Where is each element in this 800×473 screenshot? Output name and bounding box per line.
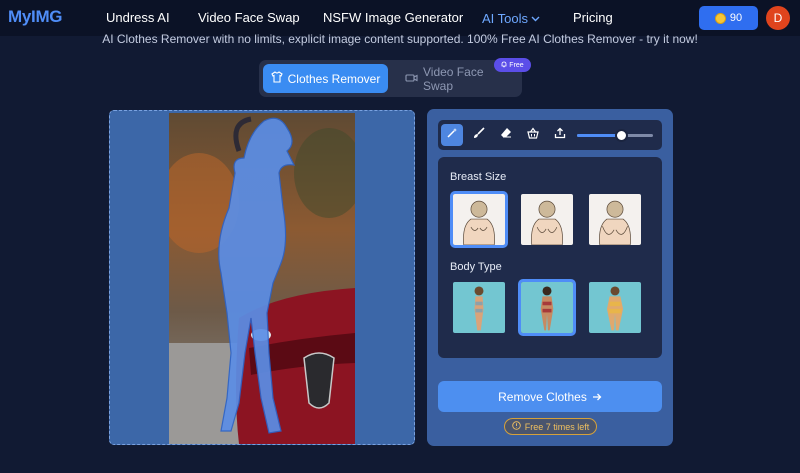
nav-link-pricing[interactable]: Pricing bbox=[573, 10, 613, 25]
free-badge-label: Free bbox=[509, 61, 524, 69]
breast-size-label: Breast Size bbox=[450, 171, 507, 183]
bell-icon bbox=[501, 61, 507, 70]
coin-icon bbox=[714, 12, 726, 24]
logo[interactable]: MyIMG bbox=[8, 7, 63, 27]
nav-link-ai-tools[interactable]: AI Tools bbox=[482, 10, 540, 26]
uploaded-photo bbox=[169, 113, 355, 444]
tab-clothes-remover[interactable]: Clothes Remover bbox=[263, 64, 388, 93]
nav-link-video-face-swap[interactable]: Video Face Swap bbox=[198, 10, 300, 25]
credits-button[interactable]: 90 bbox=[699, 6, 758, 30]
top-nav: MyIMG Undress AI Video Face Swap NSFW Im… bbox=[0, 0, 800, 36]
brush-tool[interactable] bbox=[468, 124, 490, 146]
image-canvas[interactable] bbox=[109, 110, 415, 445]
body-type-slim-thumbnail bbox=[453, 282, 505, 333]
video-camera-icon bbox=[405, 72, 418, 86]
breast-size-large-thumbnail bbox=[589, 194, 641, 245]
basket-icon bbox=[527, 126, 539, 144]
magic-wand-tool[interactable] bbox=[441, 124, 463, 146]
remove-clothes-label: Remove Clothes bbox=[498, 389, 587, 404]
body-type-label: Body Type bbox=[450, 261, 502, 273]
body-type-average-thumbnail bbox=[521, 282, 573, 333]
mode-tabs: Clothes Remover Video Face Swap bbox=[259, 60, 522, 97]
options-box: Breast Size Body Type bbox=[438, 157, 662, 358]
avatar[interactable]: D bbox=[766, 6, 790, 30]
brush-icon bbox=[473, 126, 485, 144]
tab-clothes-remover-label: Clothes Remover bbox=[287, 71, 381, 86]
nav-link-undress-ai[interactable]: Undress AI bbox=[106, 10, 170, 25]
eraser-tool[interactable] bbox=[495, 124, 517, 146]
upload-tool[interactable] bbox=[549, 124, 571, 146]
free-badge: Free bbox=[494, 58, 531, 72]
upload-icon bbox=[554, 126, 566, 144]
nav-link-nsfw-image-generator[interactable]: NSFW Image Generator bbox=[323, 10, 463, 25]
remove-clothes-button[interactable]: Remove Clothes bbox=[438, 381, 662, 412]
breast-size-small-thumbnail bbox=[453, 194, 505, 245]
breast-size-option-2[interactable] bbox=[518, 191, 576, 248]
info-circle-icon bbox=[511, 421, 521, 432]
credits-count: 90 bbox=[729, 12, 743, 24]
eraser-icon bbox=[500, 126, 512, 144]
brush-size-slider[interactable] bbox=[577, 129, 653, 142]
tools-panel: Breast Size Body Type Remove Clothes Fre… bbox=[427, 109, 673, 446]
magic-wand-icon bbox=[446, 126, 458, 144]
basket-tool[interactable] bbox=[522, 124, 544, 146]
toolbar bbox=[438, 120, 662, 150]
breast-size-option-1[interactable] bbox=[450, 191, 508, 248]
body-type-curvy-thumbnail bbox=[589, 282, 641, 333]
breast-size-medium-thumbnail bbox=[521, 194, 573, 245]
page-subtitle: AI Clothes Remover with no limits, expli… bbox=[102, 32, 698, 46]
brush-size-slider-thumb[interactable] bbox=[615, 129, 629, 142]
nav-link-ai-tools-label: AI Tools bbox=[482, 11, 529, 26]
chevron-down-icon bbox=[531, 10, 540, 25]
free-uses-text: Free 7 times left bbox=[524, 421, 590, 432]
arrow-right-icon bbox=[592, 390, 602, 404]
breast-size-option-3[interactable] bbox=[586, 191, 644, 248]
shirt-icon bbox=[270, 71, 283, 86]
body-type-option-1[interactable] bbox=[450, 279, 508, 336]
body-type-option-2[interactable] bbox=[518, 279, 576, 336]
free-uses-badge: Free 7 times left bbox=[504, 418, 597, 435]
body-type-option-3[interactable] bbox=[586, 279, 644, 336]
